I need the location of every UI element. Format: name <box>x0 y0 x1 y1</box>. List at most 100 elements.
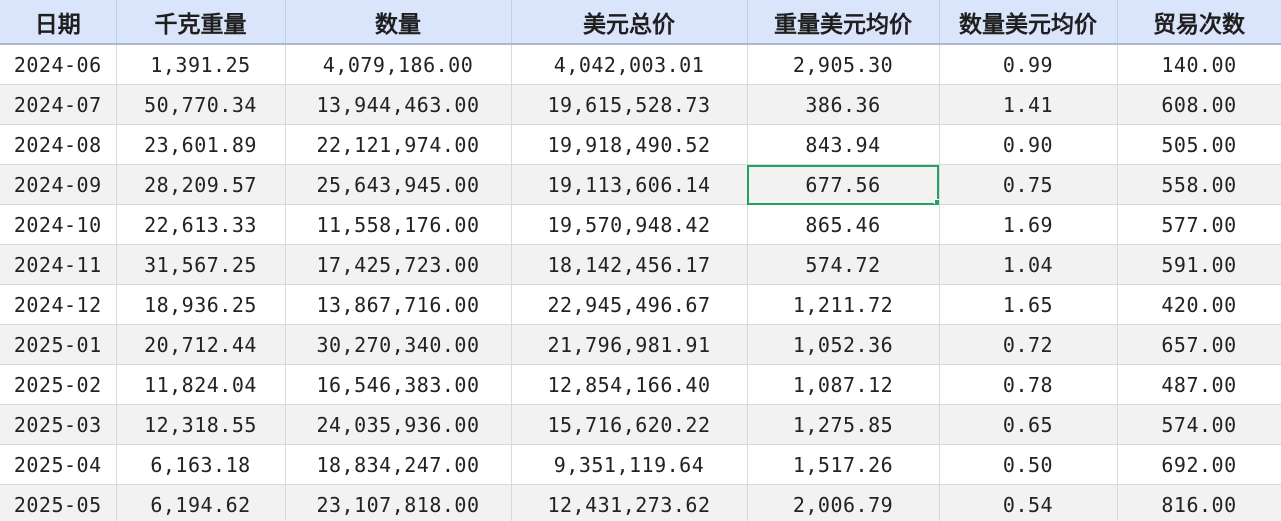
date-cell[interactable]: 2024-11 <box>0 244 117 285</box>
table-row: 2024-07 50,770.34 13,944,463.00 19,615,528.… <box>0 84 1281 125</box>
quantity-cell[interactable]: 13,944,463.00 <box>285 84 512 125</box>
table-row: 2025-05 6,194.62 23,107,818.00 12,431,273.6… <box>0 484 1281 521</box>
quantity-avg-usd-cell[interactable]: 0.90 <box>939 124 1118 165</box>
quantity-cell[interactable]: 17,425,723.00 <box>285 244 512 285</box>
weight-kg-cell[interactable]: 23,601.89 <box>116 124 286 165</box>
table-row: 2024-12 18,936.25 13,867,716.00 22,945,496.… <box>0 284 1281 325</box>
total-usd-cell[interactable]: 9,351,119.64 <box>511 444 748 485</box>
weight-avg-usd-cell[interactable]: 574.72 <box>747 244 940 285</box>
quantity-avg-usd-cell[interactable]: 1.41 <box>939 84 1118 125</box>
quantity-avg-usd-cell[interactable]: 0.50 <box>939 444 1118 485</box>
weight-avg-usd-cell[interactable]: 1,211.72 <box>747 284 940 325</box>
total-usd-cell[interactable]: 4,042,003.01 <box>511 44 748 85</box>
weight-avg-usd-cell[interactable]: 1,052.36 <box>747 324 940 365</box>
quantity-avg-usd-cell[interactable]: 0.78 <box>939 364 1118 405</box>
quantity-cell[interactable]: 30,270,340.00 <box>285 324 512 365</box>
header-date[interactable]: 日期 <box>0 0 117 45</box>
trade-count-cell[interactable]: 816.00 <box>1117 484 1281 521</box>
weight-kg-cell[interactable]: 50,770.34 <box>116 84 286 125</box>
header-weight-kg[interactable]: 千克重量 <box>116 0 286 45</box>
table-row: 2024-11 31,567.25 17,425,723.00 18,142,456.… <box>0 244 1281 285</box>
header-weight-avg-usd[interactable]: 重量美元均价 <box>747 0 940 45</box>
quantity-cell[interactable]: 23,107,818.00 <box>285 484 512 521</box>
quantity-cell[interactable]: 16,546,383.00 <box>285 364 512 405</box>
weight-avg-usd-cell[interactable]: 2,905.30 <box>747 44 940 85</box>
trade-count-cell[interactable]: 591.00 <box>1117 244 1281 285</box>
weight-kg-cell[interactable]: 28,209.57 <box>116 164 286 205</box>
quantity-avg-usd-cell[interactable]: 1.69 <box>939 204 1118 245</box>
table-row: 2024-10 22,613.33 11,558,176.00 19,570,948.… <box>0 204 1281 245</box>
date-cell[interactable]: 2025-05 <box>0 484 117 521</box>
quantity-avg-usd-cell[interactable]: 1.65 <box>939 284 1118 325</box>
trade-count-cell[interactable]: 577.00 <box>1117 204 1281 245</box>
trade-count-cell[interactable]: 420.00 <box>1117 284 1281 325</box>
quantity-avg-usd-cell[interactable]: 0.72 <box>939 324 1118 365</box>
date-cell[interactable]: 2025-04 <box>0 444 117 485</box>
quantity-cell[interactable]: 18,834,247.00 <box>285 444 512 485</box>
weight-avg-usd-cell[interactable]: 1,087.12 <box>747 364 940 405</box>
date-cell[interactable]: 2024-07 <box>0 84 117 125</box>
trade-count-cell[interactable]: 692.00 <box>1117 444 1281 485</box>
date-cell[interactable]: 2024-12 <box>0 284 117 325</box>
quantity-avg-usd-cell[interactable]: 1.04 <box>939 244 1118 285</box>
weight-kg-cell[interactable]: 1,391.25 <box>116 44 286 85</box>
quantity-cell[interactable]: 25,643,945.00 <box>285 164 512 205</box>
quantity-avg-usd-cell[interactable]: 0.54 <box>939 484 1118 521</box>
trade-count-cell[interactable]: 558.00 <box>1117 164 1281 205</box>
header-quantity[interactable]: 数量 <box>285 0 512 45</box>
trade-count-cell[interactable]: 608.00 <box>1117 84 1281 125</box>
weight-kg-cell[interactable]: 31,567.25 <box>116 244 286 285</box>
weight-kg-cell[interactable]: 18,936.25 <box>116 284 286 325</box>
selected-cell[interactable]: 677.56 <box>747 164 940 205</box>
weight-avg-usd-cell[interactable]: 843.94 <box>747 124 940 165</box>
weight-kg-cell[interactable]: 12,318.55 <box>116 404 286 445</box>
table-row: 2024-09 28,209.57 25,643,945.00 19,113,606.… <box>0 164 1281 205</box>
date-cell[interactable]: 2024-09 <box>0 164 117 205</box>
total-usd-cell[interactable]: 19,570,948.42 <box>511 204 748 245</box>
weight-avg-usd-cell[interactable]: 865.46 <box>747 204 940 245</box>
quantity-cell[interactable]: 11,558,176.00 <box>285 204 512 245</box>
total-usd-cell[interactable]: 19,918,490.52 <box>511 124 748 165</box>
trade-count-cell[interactable]: 574.00 <box>1117 404 1281 445</box>
header-quantity-avg-usd[interactable]: 数量美元均价 <box>939 0 1118 45</box>
quantity-avg-usd-cell[interactable]: 0.65 <box>939 404 1118 445</box>
weight-kg-cell[interactable]: 6,194.62 <box>116 484 286 521</box>
total-usd-cell[interactable]: 21,796,981.91 <box>511 324 748 365</box>
date-cell[interactable]: 2025-03 <box>0 404 117 445</box>
header-total-usd[interactable]: 美元总价 <box>511 0 748 45</box>
total-usd-cell[interactable]: 15,716,620.22 <box>511 404 748 445</box>
total-usd-cell[interactable]: 22,945,496.67 <box>511 284 748 325</box>
quantity-cell[interactable]: 13,867,716.00 <box>285 284 512 325</box>
weight-kg-cell[interactable]: 20,712.44 <box>116 324 286 365</box>
header-row: 日期 千克重量 数量 美元总价 重量美元均价 数量美元均价 贸易次数 <box>0 0 1281 45</box>
table-row: 2025-04 6,163.18 18,834,247.00 9,351,119.64… <box>0 444 1281 485</box>
trade-count-cell[interactable]: 657.00 <box>1117 324 1281 365</box>
weight-kg-cell[interactable]: 22,613.33 <box>116 204 286 245</box>
date-cell[interactable]: 2025-02 <box>0 364 117 405</box>
quantity-cell[interactable]: 4,079,186.00 <box>285 44 512 85</box>
total-usd-cell[interactable]: 18,142,456.17 <box>511 244 748 285</box>
header-trade-count[interactable]: 贸易次数 <box>1117 0 1281 45</box>
total-usd-cell[interactable]: 12,431,273.62 <box>511 484 748 521</box>
trade-count-cell[interactable]: 487.00 <box>1117 364 1281 405</box>
quantity-cell[interactable]: 22,121,974.00 <box>285 124 512 165</box>
date-cell[interactable]: 2024-10 <box>0 204 117 245</box>
trade-count-cell[interactable]: 505.00 <box>1117 124 1281 165</box>
trade-count-cell[interactable]: 140.00 <box>1117 44 1281 85</box>
total-usd-cell[interactable]: 19,615,528.73 <box>511 84 748 125</box>
weight-avg-usd-cell[interactable]: 2,006.79 <box>747 484 940 521</box>
quantity-avg-usd-cell[interactable]: 0.99 <box>939 44 1118 85</box>
weight-kg-cell[interactable]: 11,824.04 <box>116 364 286 405</box>
date-cell[interactable]: 2025-01 <box>0 324 117 365</box>
spreadsheet-grid: 日期 千克重量 数量 美元总价 重量美元均价 数量美元均价 贸易次数 2024-… <box>0 0 1281 521</box>
total-usd-cell[interactable]: 12,854,166.40 <box>511 364 748 405</box>
total-usd-cell[interactable]: 19,113,606.14 <box>511 164 748 205</box>
weight-avg-usd-cell[interactable]: 1,275.85 <box>747 404 940 445</box>
weight-avg-usd-cell[interactable]: 1,517.26 <box>747 444 940 485</box>
date-cell[interactable]: 2024-08 <box>0 124 117 165</box>
weight-kg-cell[interactable]: 6,163.18 <box>116 444 286 485</box>
quantity-cell[interactable]: 24,035,936.00 <box>285 404 512 445</box>
weight-avg-usd-cell[interactable]: 386.36 <box>747 84 940 125</box>
quantity-avg-usd-cell[interactable]: 0.75 <box>939 164 1118 205</box>
date-cell[interactable]: 2024-06 <box>0 44 117 85</box>
